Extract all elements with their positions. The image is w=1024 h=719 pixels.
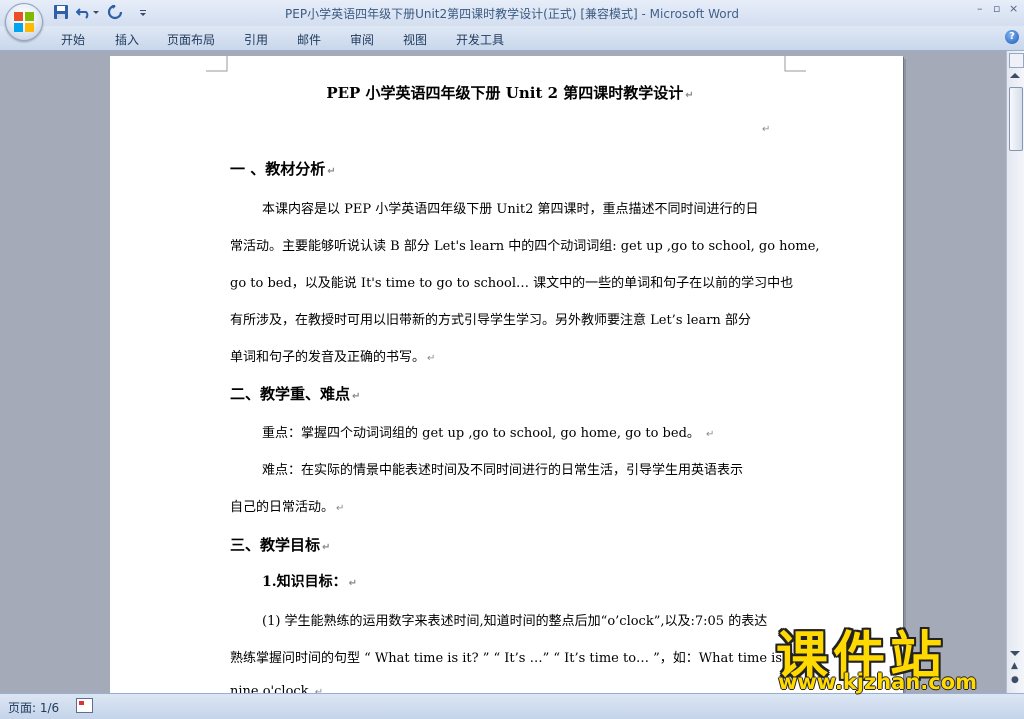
body-line: 重点：掌握四个动词词组的 get up ,go to school, go ho… xyxy=(262,422,714,441)
paragraph-mark: ↵ xyxy=(685,90,694,101)
body-line-text: 自己的日常活动。 xyxy=(230,500,335,515)
paragraph-mark: ↵ xyxy=(322,542,331,553)
document-title: PEP 小学英语四年级下册 Unit 2 第四课时教学设计 ↵ xyxy=(230,82,790,103)
section-heading-text: 三、教学目标 xyxy=(230,536,321,554)
body-line-text: 单词和句子的发音及正确的书写。 xyxy=(230,350,426,365)
tab-view[interactable]: 视图 xyxy=(403,31,427,48)
paragraph-mark: ↵ xyxy=(352,391,361,402)
document-name: PEP小学英语四年级下册Unit2第四课时教学设计(正式) [兼容模式] xyxy=(285,7,638,21)
title-separator: - xyxy=(637,7,650,21)
body-line: 常活动。主要能够听说认读 B 部分 Let's learn 中的四个动词词组: … xyxy=(230,239,820,254)
paragraph-mark: ↵ xyxy=(327,166,336,177)
tab-references[interactable]: 引用 xyxy=(244,31,268,48)
view-ruler-button[interactable] xyxy=(1009,53,1024,68)
section-heading: 二、教学重、难点 ↵ xyxy=(230,383,360,404)
close-button[interactable]: × xyxy=(1009,2,1018,15)
body-line: go to bed，以及能说 It's time to go to school… xyxy=(230,276,794,291)
redo-icon[interactable] xyxy=(107,4,123,20)
minimize-button[interactable]: – xyxy=(977,2,983,15)
restore-button[interactable]: ▫ xyxy=(993,2,1000,15)
save-icon[interactable] xyxy=(53,4,69,20)
customize-toolbar-icon[interactable] xyxy=(138,4,148,20)
status-bar: 页面: 1/6 xyxy=(0,693,1024,719)
ribbon-tab-bar: 开始 插入 页面布局 引用 邮件 审阅 视图 开发工具 ? xyxy=(0,26,1024,51)
section-heading: 一 、教材分析 ↵ xyxy=(230,158,336,179)
crop-mark-right-icon xyxy=(784,56,806,72)
tab-home[interactable]: 开始 xyxy=(61,31,85,48)
document-workspace: PEP 小学英语四年级下册 Unit 2 第四课时教学设计 ↵ ↵ 一 、教材分析… xyxy=(0,51,1006,693)
tab-review[interactable]: 审阅 xyxy=(350,31,374,48)
section-heading-text: 二、教学重、难点 xyxy=(230,385,351,403)
body-line: 单词和句子的发音及正确的书写。 ↵ xyxy=(230,346,435,365)
scroll-up-icon[interactable] xyxy=(1010,73,1020,78)
paragraph-mark: ↵ xyxy=(336,503,345,514)
paragraph-mark: ↵ xyxy=(706,429,715,440)
section-heading-text: 一 、教材分析 xyxy=(230,160,326,178)
tab-developer[interactable]: 开发工具 xyxy=(456,31,504,48)
subsection-heading-text: 1.知识目标： xyxy=(262,574,347,590)
window-title: PEP小学英语四年级下册Unit2第四课时教学设计(正式) [兼容模式] - M… xyxy=(0,5,1024,22)
tab-mailings[interactable]: 邮件 xyxy=(297,31,321,48)
paragraph-mark: ↵ xyxy=(348,578,358,589)
body-line: (1) 学生能熟练的运用数字来表述时间,知道时间的整点后加“o’clock”,以… xyxy=(262,614,768,629)
title-bar: PEP小学英语四年级下册Unit2第四课时教学设计(正式) [兼容模式] - M… xyxy=(0,0,1024,26)
body-line: 有所涉及，在教授时可用以旧带新的方式引导学生学习。另外教师要注意 Let’s l… xyxy=(230,313,751,328)
undo-icon[interactable] xyxy=(76,4,92,20)
section-heading: 三、教学目标 ↵ xyxy=(230,534,330,555)
scroll-thumb[interactable] xyxy=(1009,87,1023,151)
document-page[interactable]: PEP 小学英语四年级下册 Unit 2 第四课时教学设计 ↵ ↵ 一 、教材分析… xyxy=(110,56,903,693)
body-line-text: 重点：掌握四个动词词组的 get up ,go to school, go ho… xyxy=(262,426,705,441)
tab-insert[interactable]: 插入 xyxy=(115,31,139,48)
body-line: 难点：在实际的情景中能表述时间及不同时间进行的日常生活，引导学生用英语表示 xyxy=(262,463,744,478)
vertical-scrollbar[interactable]: ▲ ● xyxy=(1006,51,1024,693)
body-line: 自己的日常活动。 ↵ xyxy=(230,496,344,515)
tab-page-layout[interactable]: 页面布局 xyxy=(167,31,215,48)
paragraph-mark: ↵ xyxy=(762,124,771,135)
help-icon[interactable]: ? xyxy=(1005,30,1019,44)
watermark-logo: 课件站 www.kjzhan.com xyxy=(768,614,1024,694)
paragraph-mark: ↵ xyxy=(427,353,436,364)
app-name: Microsoft Word xyxy=(649,7,739,21)
crop-mark-left-icon xyxy=(206,56,228,72)
office-button[interactable] xyxy=(5,3,43,41)
body-line: 熟练掌握问时间的句型 “ What time is it? ” “ It’s …… xyxy=(230,651,828,666)
page-counter[interactable]: 页面: 1/6 xyxy=(8,699,59,716)
undo-dropdown-icon[interactable] xyxy=(92,4,100,20)
document-title-text: PEP 小学英语四年级下册 Unit 2 第四课时教学设计 xyxy=(326,84,684,102)
body-line-text: nine o'clock. xyxy=(230,684,313,693)
subsection-heading: 1.知识目标： ↵ xyxy=(262,571,357,591)
body-line: nine o'clock. ↵ xyxy=(230,684,323,693)
body-line: 本课内容是以 PEP 小学英语四年级下册 Unit2 第四课时，重点描述不同时间… xyxy=(262,202,759,217)
proofing-status-icon[interactable] xyxy=(76,698,93,713)
office-logo-icon xyxy=(14,12,34,32)
watermark-url: www.kjzhan.com xyxy=(778,670,978,694)
